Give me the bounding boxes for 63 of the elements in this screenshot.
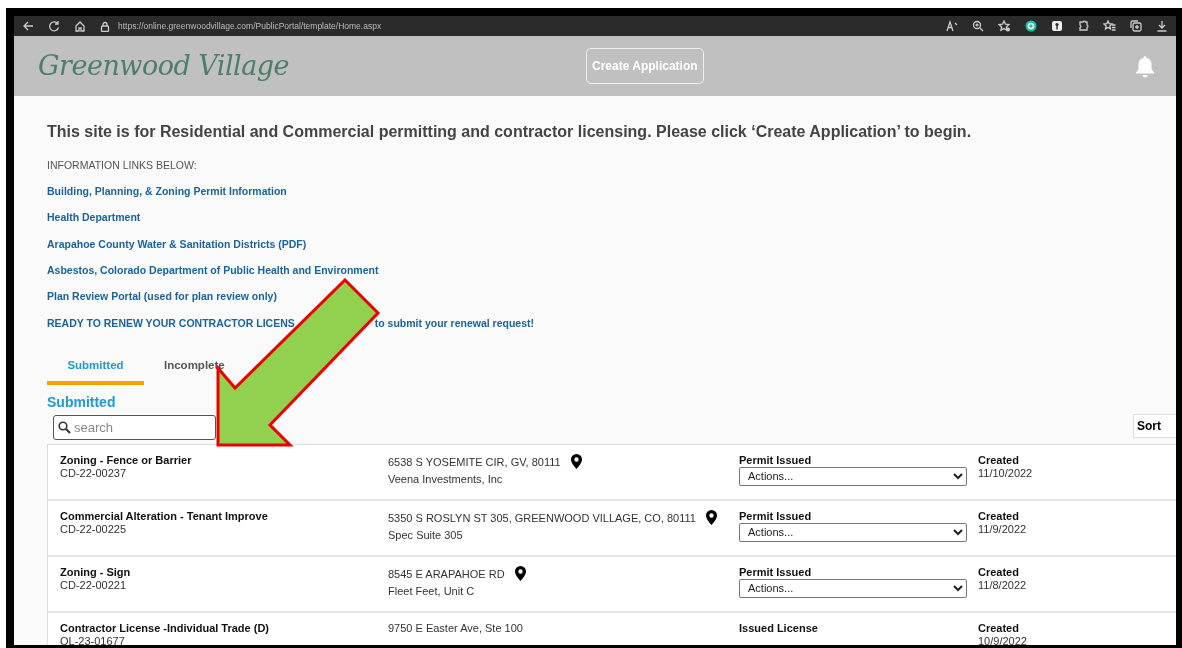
info-link[interactable]: Health Department: [47, 211, 141, 225]
search-field[interactable]: search: [53, 415, 216, 441]
favorites-icon[interactable]: [1103, 20, 1116, 32]
tab[interactable]: Incomplete: [144, 354, 241, 386]
record-title: Commercial Alteration - Tenant Improve: [60, 510, 269, 523]
back-icon[interactable]: [22, 20, 34, 32]
search-input[interactable]: search: [74, 418, 204, 438]
address-bar[interactable]: https://online.greenwoodvillage.com/PublicPortal/template/Home.aspx: [118, 19, 382, 33]
home-icon[interactable]: [74, 20, 86, 32]
actions-dropdown[interactable]: Actions...: [739, 523, 967, 542]
address-text: 6538 S YOSEMITE CIR, GV, 80111: [388, 455, 561, 469]
zoom-icon[interactable]: [972, 20, 984, 32]
record-title: Zoning - Fence or Barrier: [60, 454, 193, 467]
actions-dropdown[interactable]: Actions...: [739, 467, 967, 486]
intro-text: This site is for Residential and Commercial permitting and contractor licensing. Please click ‘Create Application’ to begin.: [47, 122, 973, 142]
map-pin-icon: [705, 510, 717, 526]
links-heading: INFORMATION LINKS BELOW:: [47, 158, 198, 173]
logo: Greenwood Village: [38, 48, 291, 83]
created-date: 10/9/2022: [978, 635, 1027, 645]
record-title: Contractor License -Individual Trade (D): [60, 622, 271, 635]
info-link[interactable]: Building, Planning, & Zoning Permit Information: [47, 184, 287, 198]
address-detail: Veena Investments, Inc: [388, 473, 504, 486]
info-link[interactable]: Plan Review Portal (used for plan review only): [47, 290, 277, 304]
reload-icon[interactable]: [48, 20, 60, 32]
created-label: Created: [978, 622, 1020, 635]
record-number: CD-22-00221: [60, 579, 128, 592]
actions-dropdown[interactable]: Actions...: [739, 579, 967, 598]
address-detail: Fleet Feet, Unit C: [388, 585, 476, 598]
star-add-icon[interactable]: [998, 20, 1011, 32]
read-aloud-icon[interactable]: [946, 20, 958, 32]
key-icon[interactable]: [1051, 20, 1063, 32]
info-link[interactable]: to submit your renewal request!: [374, 316, 535, 330]
address-text: 5350 S ROSLYN ST 305, GREENWOOD VILLAGE, CO, 80111: [388, 511, 696, 525]
info-link[interactable]: Asbestos, Colorado Department of Public Health and Environment: [47, 263, 379, 277]
created-date: 11/9/2022: [978, 523, 1027, 536]
status-label: Permit Issued: [739, 454, 813, 467]
status-label: Permit Issued: [739, 566, 813, 579]
created-date: 11/10/2022: [978, 467, 1033, 480]
info-link[interactable]: Arapahoe County Water & Sanitation Districts (PDF): [47, 237, 307, 251]
lock-icon: [100, 20, 110, 32]
address-text: 8545 E ARAPAHOE RD: [388, 567, 505, 581]
extension-icon[interactable]: [1025, 20, 1037, 32]
status-label: Permit Issued: [739, 510, 813, 523]
address-text: 9750 E Easter Ave, Ste 100: [388, 622, 523, 635]
record-number: OL-23-01677: [60, 635, 126, 645]
address-detail: Spec Suite 305: [388, 529, 464, 542]
puzzle-icon[interactable]: [1077, 20, 1089, 32]
created-label: Created: [978, 454, 1020, 467]
created-date: 11/8/2022: [978, 579, 1027, 592]
created-label: Created: [978, 566, 1020, 579]
record-title: Zoning - Sign: [60, 566, 132, 579]
map-pin-icon: [514, 566, 526, 582]
sort-button[interactable]: Sort: [1133, 414, 1176, 438]
record-number: CD-22-00225: [60, 523, 128, 536]
created-label: Created: [978, 510, 1020, 523]
record-number: CD-22-00237: [60, 467, 128, 480]
search-icon: [58, 421, 71, 435]
info-link[interactable]: READY TO RENEW YOUR CONTRACTOR LICENS: [47, 316, 295, 330]
download-icon[interactable]: [1156, 20, 1168, 32]
collections-icon[interactable]: [1130, 20, 1142, 32]
map-pin-icon: [570, 454, 582, 470]
section-title: Submitted: [47, 393, 117, 413]
status-label: Issued License: [739, 622, 819, 635]
